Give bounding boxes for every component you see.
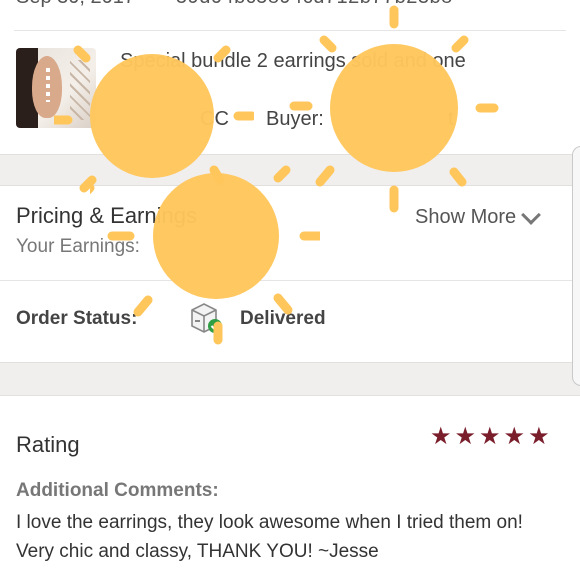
order-status-value: Delivered [240,308,326,329]
section-separator [0,154,580,186]
divider [14,30,566,31]
item-size-value: CC [200,108,229,130]
additional-comments-text: I love the earrings, they look awesome w… [16,512,523,562]
order-date: Sep 30, 2017 [16,0,135,9]
rating-stars: ★ ★ ★ ★ ★ [430,425,550,449]
show-more-label: Show More [415,206,517,228]
order-id: 59d04bc5894cd712b77b23b8 [176,0,453,9]
item-thumbnail[interactable] [16,48,96,128]
order-status-label: Order Status: [16,308,138,329]
thumbnail-jewelry [70,60,90,120]
star-icon: ★ [479,423,501,450]
divider [0,280,580,281]
order-meta-row: Sep 30, 2017 59d04bc5894cd712b77b23b8 [0,0,580,30]
star-icon: ★ [430,423,452,450]
show-more-button[interactable]: Show More [415,204,542,229]
thumbnail-earrings [46,68,50,102]
rating-section-title: Rating [16,432,80,457]
scrollbar[interactable] [572,146,580,386]
order-details-page: Sep 30, 2017 59d04bc5894cd712b77b23b8 Sp… [0,0,580,580]
item-title[interactable]: Special bundle 2 earrings sold and one [120,50,466,73]
buyer-label: Buyer: [266,108,324,130]
star-icon: ★ [503,423,526,450]
star-icon: ★ [454,423,477,450]
chevron-down-icon [521,204,542,225]
additional-comments-label: Additional Comments: [16,480,219,501]
section-separator [0,362,580,396]
package-delivered-icon [188,300,224,336]
pricing-section-title: Pricing & Earnings [16,203,197,228]
earnings-label: Your Earnings: [16,236,140,257]
buyer-value[interactable]: t [448,108,454,131]
star-icon: ★ [528,423,550,450]
